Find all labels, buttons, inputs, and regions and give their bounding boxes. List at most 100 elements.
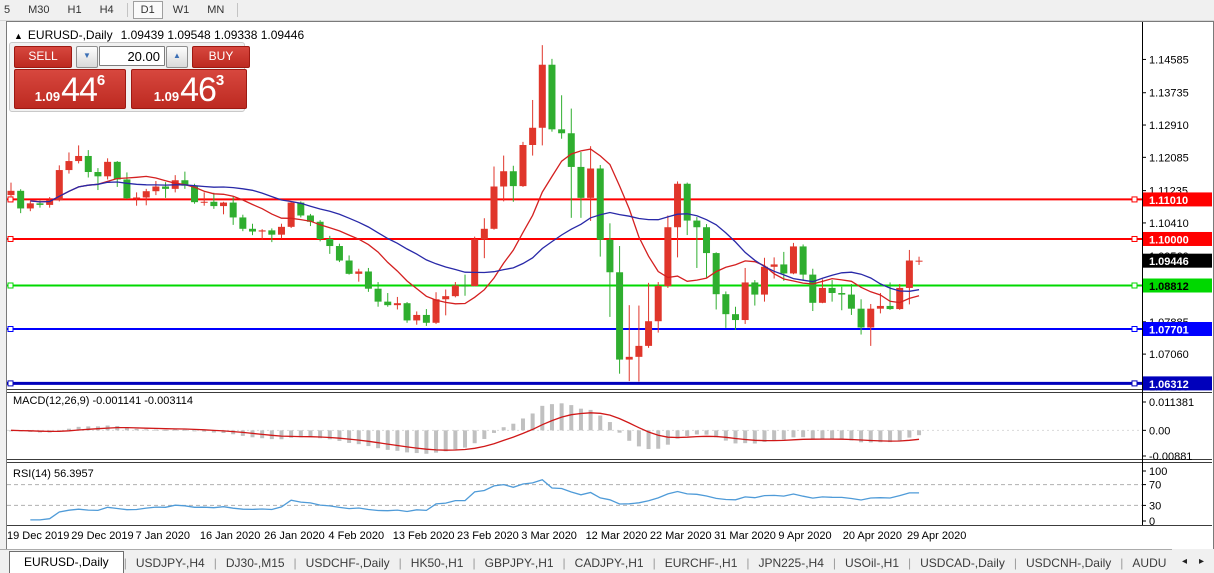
candle-body xyxy=(645,321,652,346)
tab-cadjpy-h1[interactable]: CADJPY-,H1 xyxy=(566,553,653,573)
buy-price-prefix: 1.09 xyxy=(154,89,179,104)
svg-text:23 Feb 2020: 23 Feb 2020 xyxy=(457,530,519,542)
candle-body xyxy=(751,282,758,294)
timeframe-mn[interactable]: MN xyxy=(199,1,232,19)
candle-body xyxy=(916,261,923,262)
candle-body xyxy=(568,133,575,167)
candle-body xyxy=(375,289,382,302)
candle-body xyxy=(790,246,797,273)
timeframe-h1[interactable]: H1 xyxy=(60,1,90,19)
candle-body xyxy=(123,179,130,198)
level-line-handle[interactable] xyxy=(8,381,13,386)
sell-price-box[interactable]: 1.09 44 6 xyxy=(14,69,126,109)
date-axis-labels[interactable]: 19 Dec 201929 Dec 20197 Jan 202016 Jan 2… xyxy=(7,530,966,542)
level-line-handle[interactable] xyxy=(8,197,13,202)
candle-body xyxy=(27,203,34,208)
sell-button[interactable]: SELL xyxy=(14,46,72,68)
candle-body xyxy=(635,346,642,357)
tab-usoil-h1[interactable]: USOil-,H1 xyxy=(836,553,908,573)
chart-ohlc-values: 1.09439 1.09548 1.09338 1.09446 xyxy=(121,28,305,42)
level-line-handle[interactable] xyxy=(1132,381,1137,386)
candle-body xyxy=(626,357,633,360)
candle-body xyxy=(94,172,101,176)
svg-text:-0.00881: -0.00881 xyxy=(1149,451,1192,463)
candle-body xyxy=(423,315,430,323)
tab-eurusd-daily[interactable]: EURUSD-,Daily xyxy=(9,551,124,573)
svg-text:1.13735: 1.13735 xyxy=(1149,88,1189,100)
volume-input[interactable] xyxy=(99,46,165,66)
tab-hk50-h1[interactable]: HK50-,H1 xyxy=(402,553,473,573)
level-line-handle[interactable] xyxy=(8,236,13,241)
candle-body xyxy=(838,293,845,295)
candle-body xyxy=(674,184,681,227)
candle-body xyxy=(442,296,449,299)
volume-increase-button[interactable]: ▲ xyxy=(166,46,188,68)
tab-dj30-m15[interactable]: DJ30-,M15 xyxy=(217,553,294,573)
svg-text:1.09446: 1.09446 xyxy=(1149,256,1189,268)
timeframe-h4[interactable]: H4 xyxy=(92,1,122,19)
candle-body xyxy=(616,272,623,359)
buy-price-main: 46 xyxy=(180,72,216,108)
price-level-label: 1.11010 xyxy=(1143,192,1212,207)
candle-body xyxy=(732,314,739,320)
tab-scroll-left-icon[interactable]: ◂ xyxy=(1176,556,1193,567)
candle-body xyxy=(539,65,546,128)
price-level-label: 1.06312 xyxy=(1143,376,1212,391)
candle-body xyxy=(220,203,227,207)
candle-body xyxy=(887,306,894,309)
level-line-handle[interactable] xyxy=(8,327,13,332)
timeframe-m30[interactable]: M30 xyxy=(20,1,57,19)
candle-body xyxy=(722,294,729,314)
buy-button[interactable]: BUY xyxy=(192,46,250,68)
candle-body xyxy=(462,286,469,287)
tab-eurchf-h1[interactable]: EURCHF-,H1 xyxy=(656,553,747,573)
svg-text:1.07060: 1.07060 xyxy=(1149,349,1189,361)
tab-usdchf-daily[interactable]: USDCHF-,Daily xyxy=(297,553,399,573)
sell-price-prefix: 1.09 xyxy=(35,89,60,104)
buy-price-box[interactable]: 1.09 46 3 xyxy=(131,69,247,109)
sell-price-main: 44 xyxy=(61,72,97,108)
tab-usdcad-daily[interactable]: USDCAD-,Daily xyxy=(911,553,1014,573)
level-line-handle[interactable] xyxy=(1132,327,1137,332)
level-line-handle[interactable] xyxy=(8,283,13,288)
collapse-panel-icon[interactable]: ▲ xyxy=(14,31,23,41)
price-level-label: 1.10000 xyxy=(1143,232,1212,247)
candle-body xyxy=(471,239,478,286)
svg-text:31 Mar 2020: 31 Mar 2020 xyxy=(714,530,776,542)
candle-body xyxy=(365,271,372,288)
svg-text:1.06312: 1.06312 xyxy=(1149,379,1189,391)
tab-gbpjpy-h1[interactable]: GBPJPY-,H1 xyxy=(476,553,563,573)
tab-usdcnh-daily[interactable]: USDCNH-,Daily xyxy=(1017,553,1120,573)
candle-body xyxy=(452,286,459,297)
candle-body xyxy=(577,167,584,198)
timeframe-m5[interactable]: 5 xyxy=(1,1,18,19)
level-line-handle[interactable] xyxy=(1132,283,1137,288)
svg-text:0.00: 0.00 xyxy=(1149,425,1170,437)
candle-body xyxy=(104,162,111,176)
tab-audusd[interactable]: AUDU xyxy=(1123,553,1175,573)
chart-symbol-label: EURUSD-,Daily xyxy=(28,28,113,42)
timeframe-d1[interactable]: D1 xyxy=(133,1,163,19)
candle-body xyxy=(684,184,691,221)
svg-text:0: 0 xyxy=(1149,516,1155,528)
timeframe-w1[interactable]: W1 xyxy=(165,1,198,19)
candle-body xyxy=(326,239,333,246)
tab-jpn225-h4[interactable]: JPN225-,H4 xyxy=(750,553,833,573)
svg-text:1.11010: 1.11010 xyxy=(1149,195,1188,207)
candle-body xyxy=(858,309,865,328)
svg-text:1.10410: 1.10410 xyxy=(1149,218,1189,230)
level-line-handle[interactable] xyxy=(1132,236,1137,241)
price-level-label: 1.08812 xyxy=(1143,279,1212,294)
candle-body xyxy=(433,299,440,322)
horizontal-level-lines[interactable] xyxy=(7,197,1142,386)
svg-text:3 Mar 2020: 3 Mar 2020 xyxy=(521,530,577,542)
tab-usdjpy-h4[interactable]: USDJPY-,H4 xyxy=(127,553,214,573)
candle-body xyxy=(558,129,565,133)
candle-body xyxy=(249,229,256,232)
volume-decrease-button[interactable]: ▼ xyxy=(76,46,98,68)
candle-body xyxy=(8,191,15,195)
timeframe-toolbar: 5 M30 H1 H4 D1 W1 MN xyxy=(0,0,1214,21)
svg-text:12 Mar 2020: 12 Mar 2020 xyxy=(586,530,648,542)
level-line-handle[interactable] xyxy=(1132,197,1137,202)
tab-scroll-right-icon[interactable]: ▸ xyxy=(1193,556,1210,567)
